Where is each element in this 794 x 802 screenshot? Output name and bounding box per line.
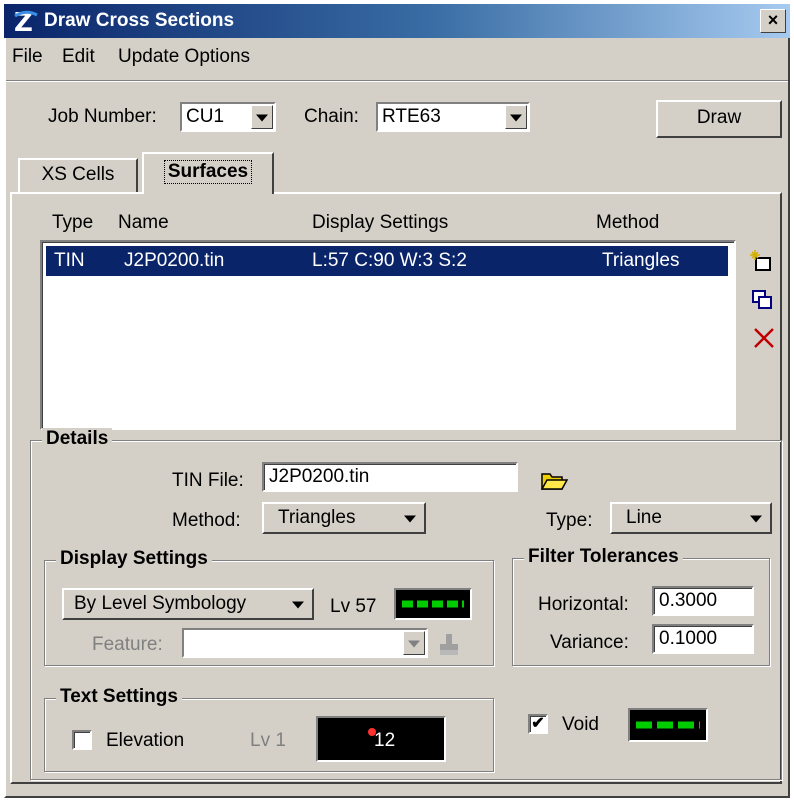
method-label: Method: bbox=[172, 510, 241, 531]
feature-label: Feature: bbox=[92, 634, 163, 655]
elevation-label[interactable]: Elevation bbox=[106, 730, 184, 752]
delete-surface-icon[interactable] bbox=[752, 326, 776, 350]
column-header-method[interactable]: Method bbox=[596, 212, 659, 234]
dashed-line-icon bbox=[402, 600, 464, 608]
symbology-select[interactable]: By Level Symbology bbox=[62, 588, 314, 620]
feature-select bbox=[182, 628, 428, 658]
method-select[interactable]: Triangles bbox=[262, 502, 426, 534]
surfaces-list[interactable]: TIN J2P0200.tin L:57 C:90 W:3 S:2 Triang… bbox=[40, 240, 736, 430]
row-type: TIN bbox=[54, 250, 85, 271]
draw-button[interactable]: Draw bbox=[656, 100, 782, 138]
chevron-down-icon bbox=[404, 515, 416, 523]
tin-file-field[interactable]: J2P0200.tin bbox=[262, 462, 518, 492]
row-method: Triangles bbox=[602, 250, 680, 271]
tab-surfaces[interactable]: Surfaces bbox=[142, 152, 274, 194]
line-style-swatch[interactable] bbox=[394, 588, 472, 620]
variance-field[interactable]: 0.1000 bbox=[652, 624, 754, 654]
folder-open-icon[interactable] bbox=[540, 470, 568, 492]
brush-icon bbox=[440, 634, 458, 655]
text-level-label: Lv 1 bbox=[250, 730, 286, 751]
void-line-swatch[interactable] bbox=[628, 708, 708, 742]
text-preview: 12 bbox=[374, 730, 396, 751]
column-header-display-settings[interactable]: Display Settings bbox=[312, 212, 448, 234]
title-bar[interactable]: Z Draw Cross Sections × bbox=[4, 4, 790, 38]
dashed-line-icon bbox=[636, 721, 700, 729]
variance-label: Variance: bbox=[550, 632, 629, 653]
menu-separator bbox=[6, 80, 788, 82]
filter-tolerances-title: Filter Tolerances bbox=[524, 546, 683, 568]
job-number-label: Job Number: bbox=[48, 106, 157, 127]
copy-surface-icon[interactable] bbox=[750, 288, 774, 312]
menu-file[interactable]: File bbox=[12, 46, 43, 68]
void-checkbox[interactable]: ✔ bbox=[528, 714, 548, 734]
menu-edit[interactable]: Edit bbox=[62, 46, 95, 68]
row-name: J2P0200.tin bbox=[124, 250, 225, 271]
details-title: Details bbox=[42, 428, 113, 450]
display-settings-title: Display Settings bbox=[56, 548, 212, 570]
job-number-select[interactable]: CU1 bbox=[180, 102, 276, 132]
elevation-checkbox[interactable] bbox=[72, 730, 92, 750]
menu-bar: File Edit Update Options bbox=[6, 40, 786, 70]
chain-select[interactable]: RTE63 bbox=[376, 102, 530, 132]
chevron-down-icon[interactable] bbox=[251, 105, 273, 129]
menu-update-options[interactable]: Update Options bbox=[118, 46, 250, 68]
type-label: Type: bbox=[546, 510, 593, 531]
close-button[interactable]: × bbox=[760, 9, 786, 33]
tin-file-label: TIN File: bbox=[172, 470, 244, 491]
type-select[interactable]: Line bbox=[610, 502, 772, 534]
void-label[interactable]: Void bbox=[562, 714, 599, 736]
chain-label: Chain: bbox=[304, 106, 359, 127]
horizontal-label: Horizontal: bbox=[538, 594, 629, 615]
window-title: Draw Cross Sections bbox=[44, 10, 235, 31]
chevron-down-icon bbox=[750, 515, 762, 523]
horizontal-field[interactable]: 0.3000 bbox=[652, 586, 754, 616]
add-surface-icon[interactable] bbox=[750, 250, 774, 274]
app-logo-icon: Z bbox=[14, 8, 38, 35]
chevron-down-icon bbox=[403, 631, 425, 655]
column-header-name[interactable]: Name bbox=[118, 212, 169, 234]
tab-xs-cells[interactable]: XS Cells bbox=[18, 158, 138, 192]
column-header-type[interactable]: Type bbox=[52, 212, 93, 234]
chevron-down-icon[interactable] bbox=[505, 105, 527, 129]
chevron-down-icon bbox=[292, 601, 304, 609]
text-style-swatch[interactable]: 12 bbox=[316, 716, 446, 762]
list-item[interactable]: TIN J2P0200.tin L:57 C:90 W:3 S:2 Triang… bbox=[46, 246, 728, 276]
display-level-label: Lv 57 bbox=[330, 596, 377, 617]
row-display-settings: L:57 C:90 W:3 S:2 bbox=[312, 250, 467, 271]
text-settings-title: Text Settings bbox=[56, 686, 182, 708]
